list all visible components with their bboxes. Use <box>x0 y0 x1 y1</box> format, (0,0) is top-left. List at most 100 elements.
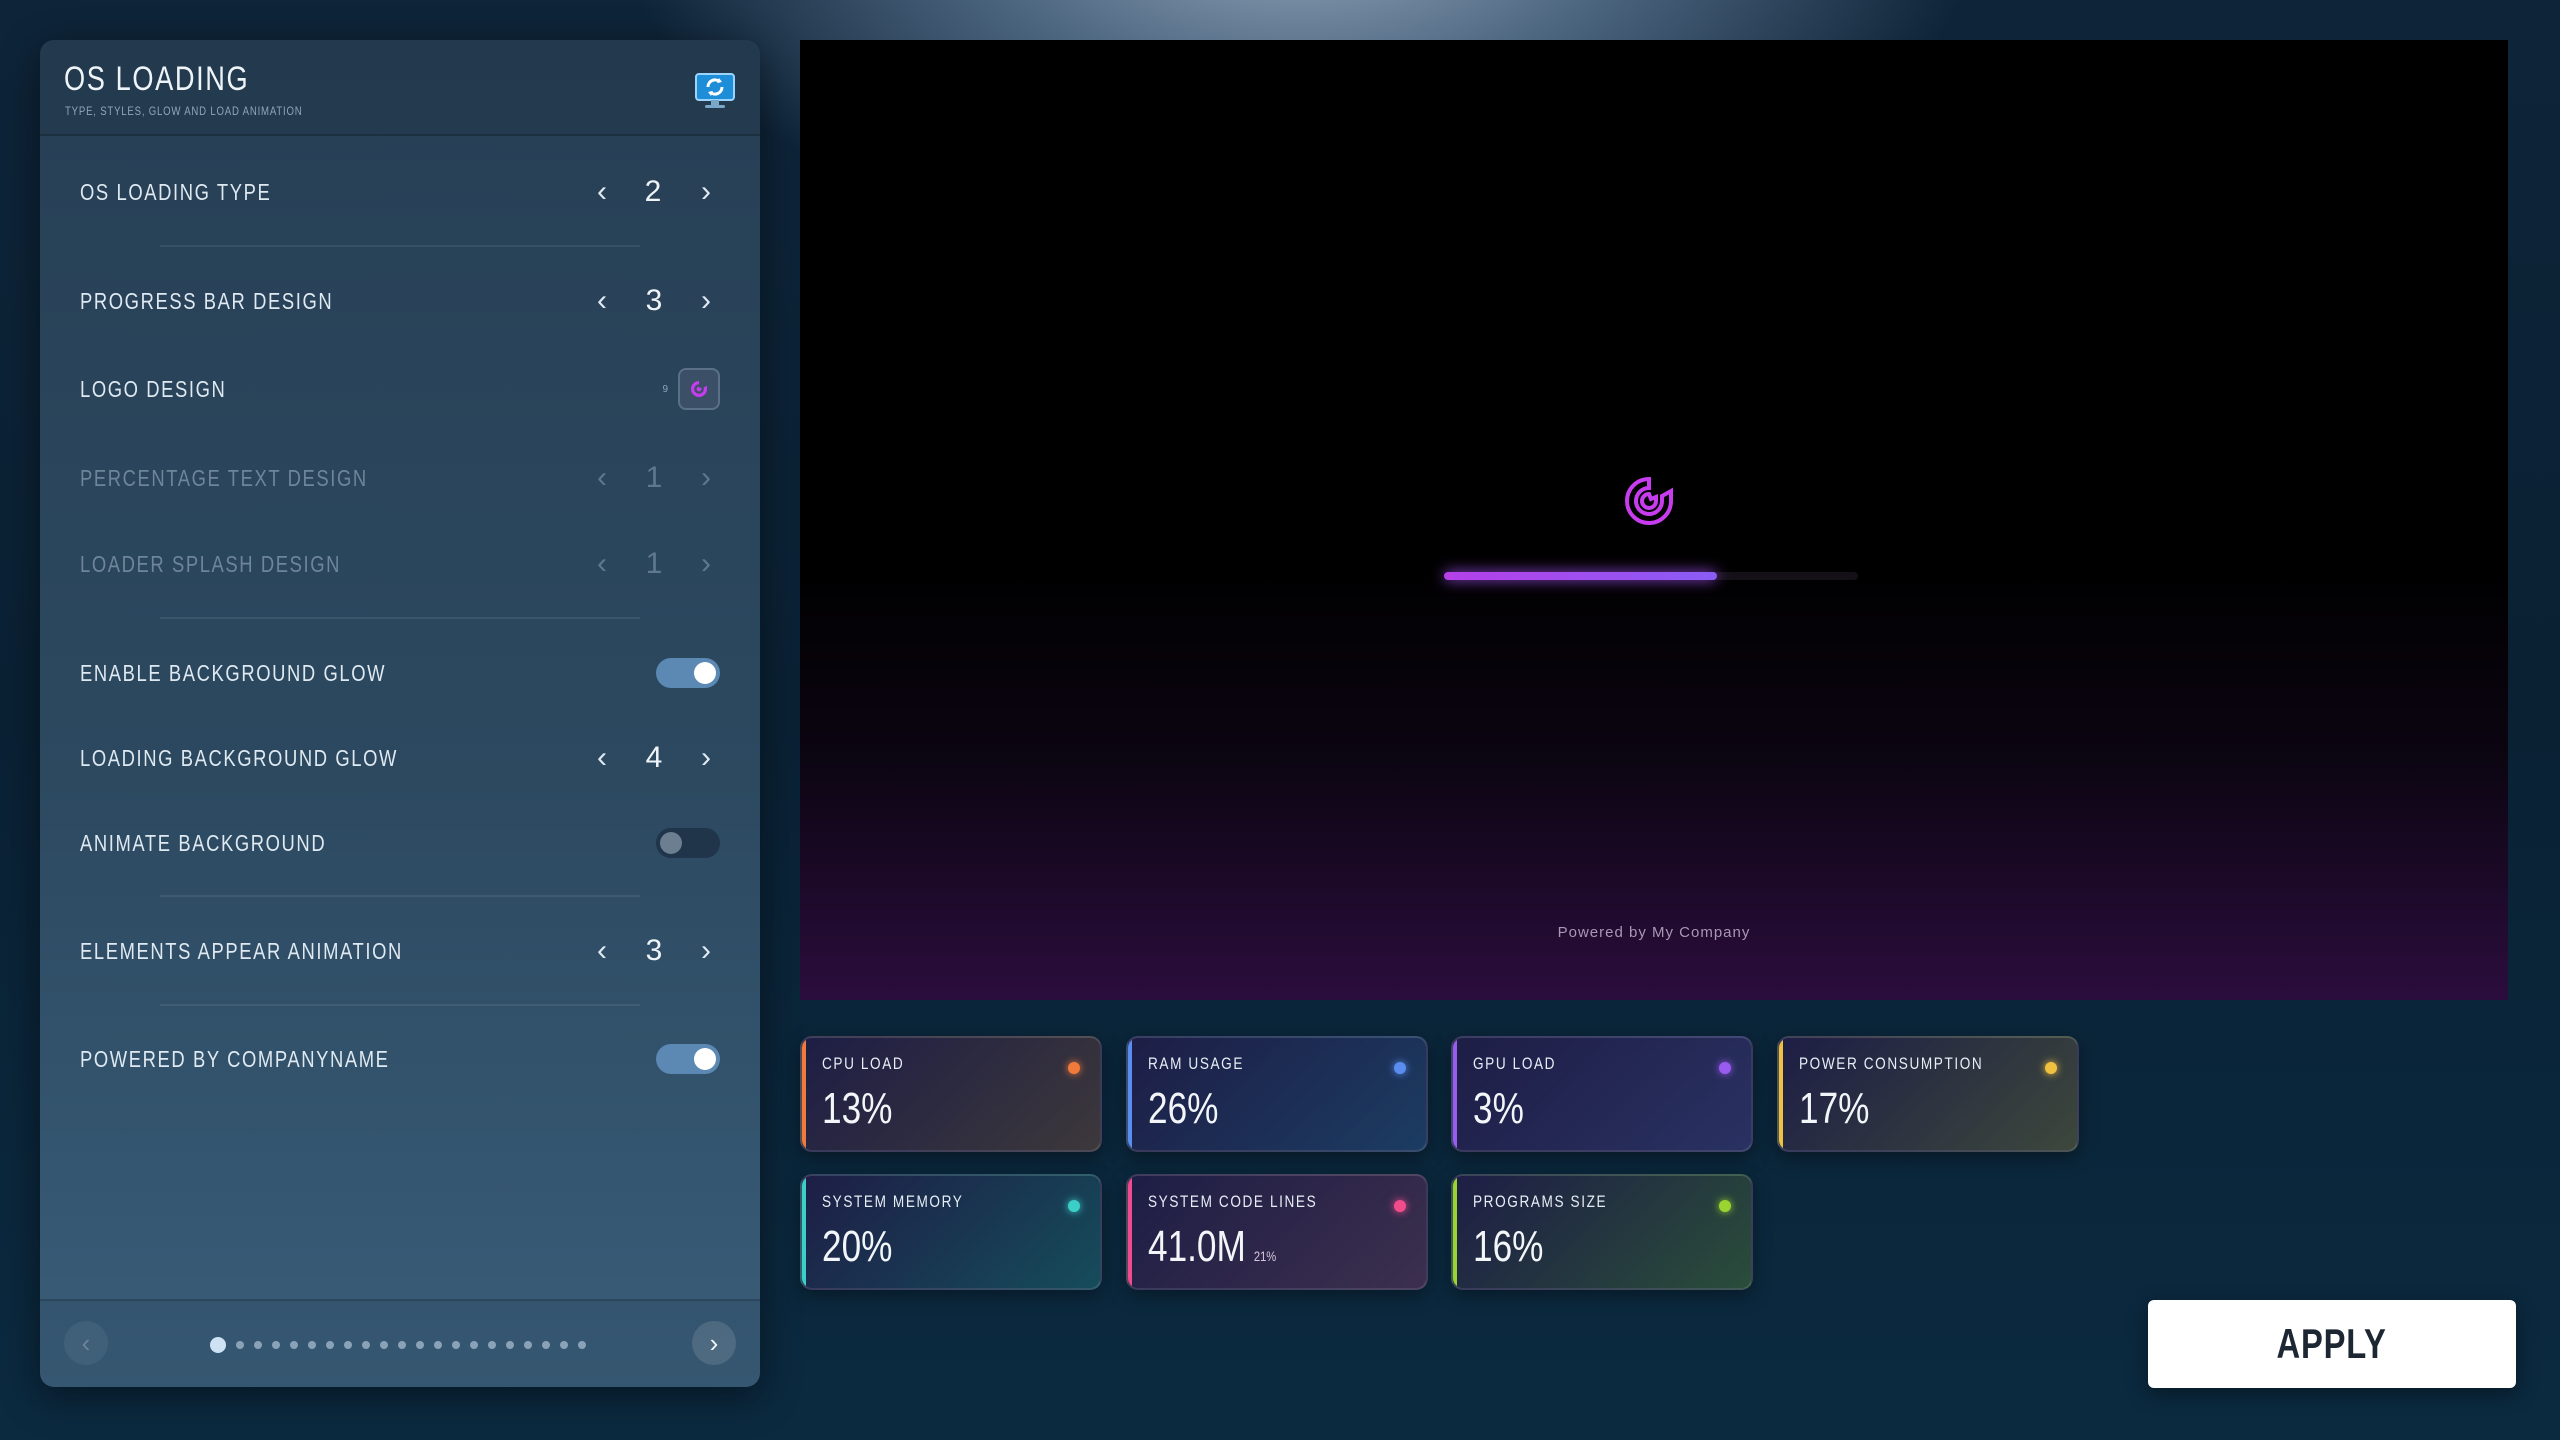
pagination-dot[interactable] <box>380 1341 388 1349</box>
stat-subvalue: 21% <box>1253 1248 1277 1264</box>
card-accent <box>1779 1038 1783 1150</box>
chevron-right-icon[interactable]: › <box>692 463 720 493</box>
preview-progress-track <box>1444 572 1858 580</box>
pagination-dot[interactable] <box>506 1341 514 1349</box>
chevron-left-icon[interactable]: ‹ <box>588 936 616 966</box>
panel-header: OS LOADING TYPE, STYLES, GLOW AND LOAD A… <box>40 40 760 136</box>
stat-value: 13% <box>822 1084 892 1134</box>
chevron-left-icon[interactable]: ‹ <box>588 286 616 316</box>
prev-page-button[interactable]: ‹ <box>64 1321 108 1365</box>
toggle-knob <box>660 832 682 854</box>
stepper-value: 4 <box>645 741 663 774</box>
stat-card: RAM USAGE 26% <box>1126 1036 1428 1152</box>
stepper-value: 1 <box>645 461 663 494</box>
toggle-wrap <box>656 643 720 703</box>
row-loading-background-glow: LOADING BACKGROUND GLOW ‹ 4 › <box>80 728 720 788</box>
preview-progress-fill <box>1444 572 1718 580</box>
stepper-loading-background-glow: ‹ 4 › <box>588 728 720 788</box>
logo-design-button[interactable] <box>678 368 720 410</box>
panel-subtitle: TYPE, STYLES, GLOW AND LOAD ANIMATION <box>65 104 303 118</box>
row-label: PERCENTAGE TEXT DESIGN <box>80 464 368 491</box>
status-dot-icon <box>2045 1062 2057 1074</box>
pagination-dot[interactable] <box>344 1341 352 1349</box>
chevron-right-icon[interactable]: › <box>692 286 720 316</box>
stepper-value: 2 <box>644 175 664 208</box>
pagination-dot[interactable] <box>272 1341 280 1349</box>
chevron-right-icon[interactable]: › <box>692 936 720 966</box>
stat-value: 41.0M 21% <box>1148 1222 1276 1272</box>
stat-card: CPU LOAD 13% <box>800 1036 1102 1152</box>
pagination-dot[interactable] <box>362 1341 370 1349</box>
pagination-dot[interactable] <box>398 1341 406 1349</box>
status-dot-icon <box>1719 1062 1731 1074</box>
row-label: LOADING BACKGROUND GLOW <box>80 744 398 771</box>
pagination-dot[interactable] <box>542 1341 550 1349</box>
pagination-dot[interactable] <box>434 1341 442 1349</box>
row-loader-splash-design: LOADER SPLASH DESIGN ‹ 1 › <box>80 534 720 594</box>
toggle-powered-by-companyname[interactable] <box>656 1044 720 1074</box>
stepper-value: 3 <box>645 934 663 967</box>
pagination-dot[interactable] <box>452 1341 460 1349</box>
stepper-elements-appear-animation: ‹ 3 › <box>588 921 720 981</box>
row-label: PROGRESS BAR DESIGN <box>80 287 334 314</box>
chevron-left-icon[interactable]: ‹ <box>588 743 616 773</box>
chevron-left-icon[interactable]: ‹ <box>588 463 616 493</box>
toggle-wrap <box>656 813 720 873</box>
pagination-dot[interactable] <box>470 1341 478 1349</box>
pagination-dot[interactable] <box>488 1341 496 1349</box>
card-accent <box>1453 1038 1457 1150</box>
pagination-dot[interactable] <box>308 1341 316 1349</box>
pagination-dot[interactable] <box>578 1341 586 1349</box>
pagination-dot[interactable] <box>326 1341 334 1349</box>
toggle-wrap <box>656 1029 720 1089</box>
stat-label: GPU LOAD <box>1473 1054 1557 1073</box>
stat-label: RAM USAGE <box>1148 1054 1245 1073</box>
chevron-right-icon[interactable]: › <box>692 177 720 207</box>
status-dot-icon <box>1394 1062 1406 1074</box>
toggle-animate-background[interactable] <box>656 828 720 858</box>
status-dot-icon <box>1068 1200 1080 1212</box>
logo-design-control: 9 <box>662 359 720 419</box>
row-label: ENABLE BACKGROUND GLOW <box>80 659 387 686</box>
chevron-left-icon[interactable]: ‹ <box>588 177 616 207</box>
next-page-button[interactable]: › <box>692 1321 736 1365</box>
stepper-percentage-text-design: ‹ 1 › <box>588 448 720 508</box>
pagination-dot[interactable] <box>236 1341 244 1349</box>
row-label: POWERED BY COMPANYNAME <box>80 1045 390 1072</box>
monitor-refresh-icon <box>695 73 735 108</box>
settings-panel: OS LOADING TYPE, STYLES, GLOW AND LOAD A… <box>40 40 760 1387</box>
chevron-left-icon[interactable]: ‹ <box>588 549 616 579</box>
apply-button[interactable]: APPLY <box>2148 1300 2516 1388</box>
stat-value: 17% <box>1799 1084 1869 1134</box>
pagination-dots <box>210 1337 586 1353</box>
pagination-dot[interactable] <box>290 1341 298 1349</box>
brand-logo-icon <box>1625 476 1673 525</box>
stat-label: PROGRAMS SIZE <box>1473 1192 1608 1211</box>
chevron-right-icon[interactable]: › <box>692 743 720 773</box>
panel-title: OS LOADING <box>64 60 250 98</box>
stat-value: 20% <box>822 1222 892 1272</box>
toggle-knob <box>694 1048 716 1070</box>
toggle-enable-background-glow[interactable] <box>656 658 720 688</box>
row-percentage-text-design: PERCENTAGE TEXT DESIGN ‹ 1 › <box>80 448 720 508</box>
stat-label: POWER CONSUMPTION <box>1799 1054 1984 1073</box>
row-label: LOGO DESIGN <box>80 375 227 402</box>
stat-card: POWER CONSUMPTION 17% <box>1777 1036 2079 1152</box>
stepper-value: 1 <box>645 547 663 580</box>
chevron-right-icon[interactable]: › <box>692 549 720 579</box>
pagination-dot[interactable] <box>416 1341 424 1349</box>
stat-label: SYSTEM CODE LINES <box>1148 1192 1318 1211</box>
card-accent <box>1453 1176 1457 1288</box>
pagination-dot[interactable] <box>560 1341 568 1349</box>
pagination-dot[interactable] <box>254 1341 262 1349</box>
stat-card: PROGRAMS SIZE 16% <box>1451 1174 1753 1290</box>
stat-value-text: 13% <box>822 1084 893 1133</box>
stat-value: 16% <box>1473 1222 1543 1272</box>
row-animate-background: ANIMATE BACKGROUND <box>80 813 720 873</box>
pagination-dot[interactable] <box>210 1337 226 1353</box>
card-accent <box>1128 1038 1132 1150</box>
pagination-dot[interactable] <box>524 1341 532 1349</box>
row-enable-background-glow: ENABLE BACKGROUND GLOW <box>80 643 720 703</box>
card-accent <box>1128 1176 1132 1288</box>
stat-value-text: 3% <box>1473 1084 1524 1133</box>
